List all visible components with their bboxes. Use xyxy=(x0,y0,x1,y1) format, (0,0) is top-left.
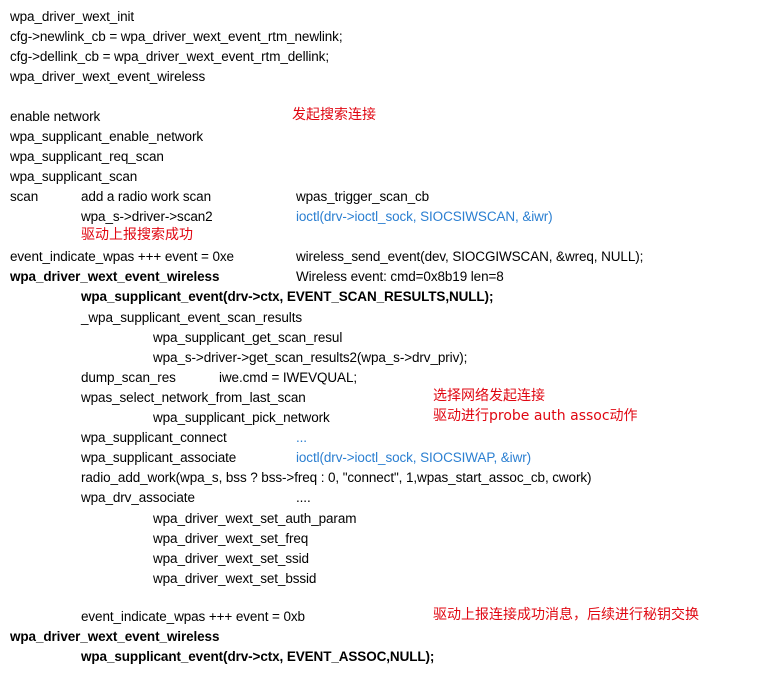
code-trace-text: event_indicate_wpas +++ event = 0xe xyxy=(10,249,234,264)
code-trace-text: scan xyxy=(10,189,39,204)
code-trace-text: wpa_driver_wext_set_ssid xyxy=(153,551,309,566)
code-trace-text: dump_scan_res xyxy=(81,370,176,385)
code-trace-text: wpa_supplicant_req_scan xyxy=(10,149,164,164)
code-trace-text: wpa_driver_wext_set_bssid xyxy=(153,571,317,586)
annotation-text: 发起搜索连接 xyxy=(292,107,376,123)
code-trace-text: radio_add_work(wpa_s, bss ? bss->freq : … xyxy=(81,470,592,485)
ioctl-call-text: ... xyxy=(296,430,307,445)
code-trace-text: wireless_send_event(dev, SIOCGIWSCAN, &w… xyxy=(296,249,644,264)
code-trace-text: wpa_supplicant_get_scan_resul xyxy=(153,330,343,345)
code-trace-text: event_indicate_wpas +++ event = 0xb xyxy=(81,609,305,624)
code-trace-text: wpa_driver_wext_event_wireless xyxy=(10,629,220,644)
code-trace-text: wpa_supplicant_connect xyxy=(81,430,227,445)
code-trace-text: iwe.cmd = IWEVQUAL; xyxy=(219,370,358,385)
code-trace-text: wpa_supplicant_pick_network xyxy=(153,410,330,425)
code-trace-text: wpa_supplicant_event(drv->ctx, EVENT_ASS… xyxy=(81,649,435,664)
annotation-text: 驱动上报搜索成功 xyxy=(81,227,193,243)
annotation-text: 驱动进行probe auth assoc动作 xyxy=(433,408,638,424)
ioctl-call-text: ioctl(drv->ioctl_sock, SIOCSIWAP, &iwr) xyxy=(296,450,532,465)
code-trace-text: wpa_driver_wext_event_wireless xyxy=(10,269,220,284)
code-trace-text: wpa_drv_associate xyxy=(81,490,195,505)
code-trace-text: .... xyxy=(296,490,311,505)
code-trace-text: cfg->newlink_cb = wpa_driver_wext_event_… xyxy=(10,29,343,44)
code-trace-text: wpa_s->driver->get_scan_results2(wpa_s->… xyxy=(153,350,468,365)
code-trace-text: Wireless event: cmd=0x8b19 len=8 xyxy=(296,269,504,284)
ioctl-call-text: ioctl(drv->ioctl_sock, SIOCSIWSCAN, &iwr… xyxy=(296,209,553,224)
code-trace-text: wpas_select_network_from_last_scan xyxy=(81,390,306,405)
code-trace-text: wpa_supplicant_enable_network xyxy=(10,129,203,144)
code-trace-text: add a radio work scan xyxy=(81,189,211,204)
code-trace-text: wpa_driver_wext_event_wireless xyxy=(10,69,206,84)
code-trace-text: wpa_supplicant_associate xyxy=(81,450,237,465)
code-trace-text: wpa_supplicant_scan xyxy=(10,169,138,184)
code-trace-text: wpa_driver_wext_set_freq xyxy=(153,531,309,546)
code-flow-document: wpa_driver_wext_init cfg->newlink_cb = wp… xyxy=(0,0,775,686)
code-trace-text: wpa_driver_wext_init xyxy=(10,9,135,24)
code-trace-text: wpa_driver_wext_set_auth_param xyxy=(153,511,357,526)
code-trace-text: enable network xyxy=(10,109,101,124)
code-trace-text: wpas_trigger_scan_cb xyxy=(296,189,430,204)
annotation-text: 驱动上报连接成功消息，后续进行秘钥交换 xyxy=(433,607,699,623)
code-trace-text: cfg->dellink_cb = wpa_driver_wext_event_… xyxy=(10,49,329,64)
annotation-text: 选择网络发起连接 xyxy=(433,388,545,404)
code-trace-text: wpa_s->driver->scan2 xyxy=(81,209,213,224)
code-trace-text: wpa_supplicant_event(drv->ctx, EVENT_SCA… xyxy=(81,289,494,304)
code-trace-text: _wpa_supplicant_event_scan_results xyxy=(81,310,302,325)
